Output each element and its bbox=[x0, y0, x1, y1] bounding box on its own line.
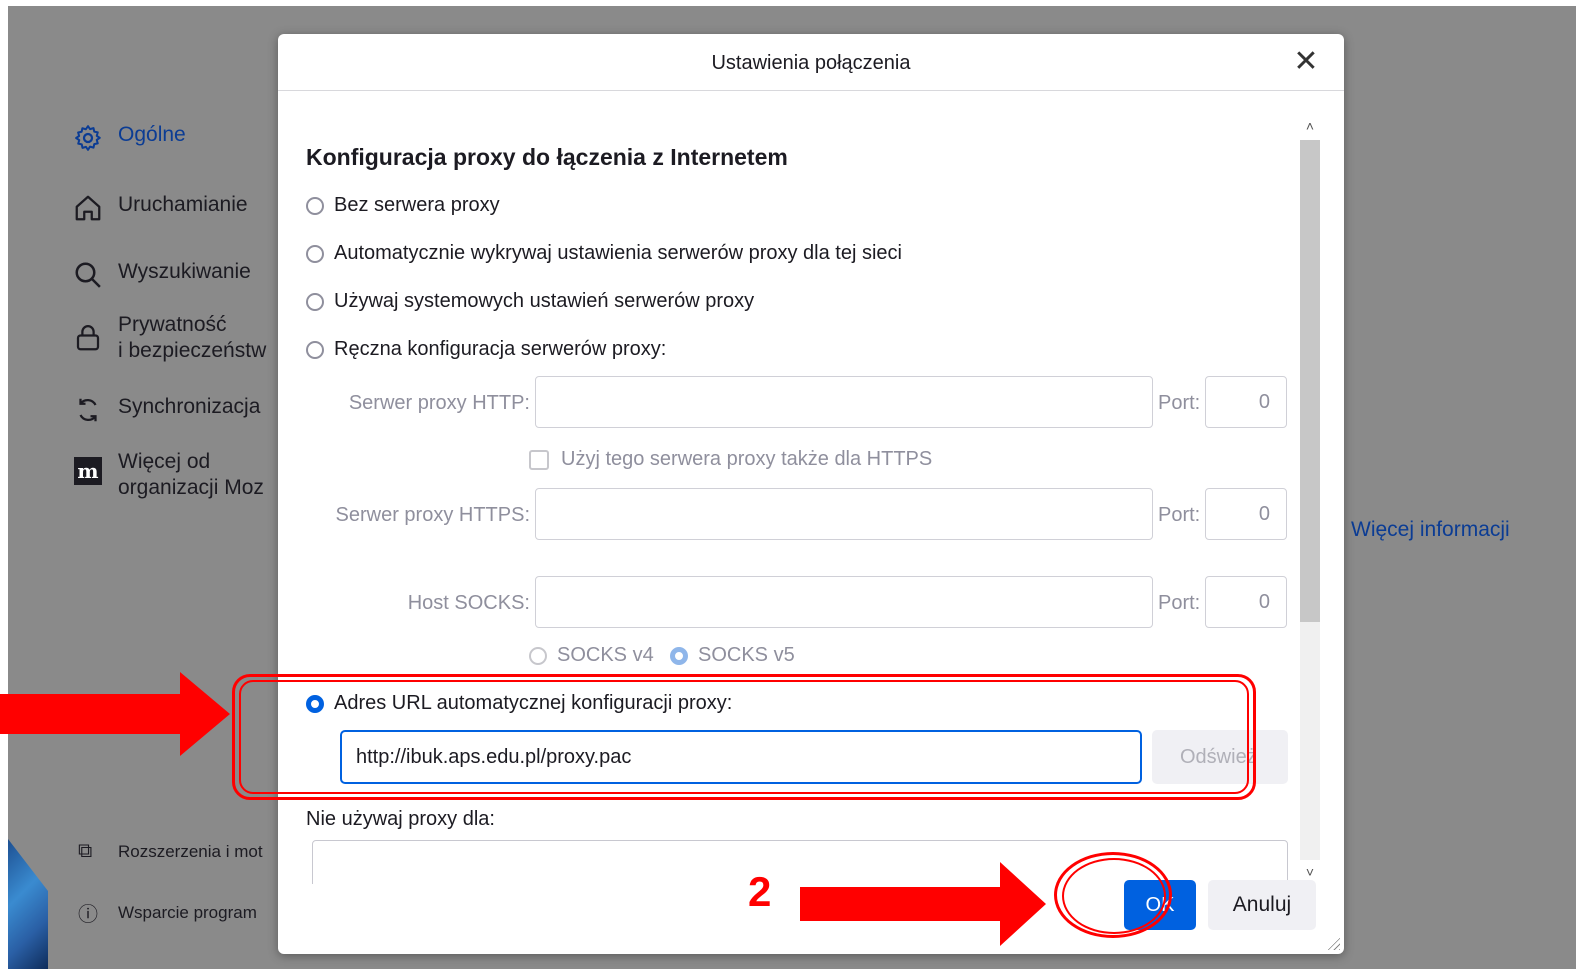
arrow-2-annotation bbox=[800, 862, 1046, 946]
annotation-overlay bbox=[0, 672, 1046, 946]
highlight-ellipse-inner-annotation bbox=[1062, 858, 1166, 934]
arrow-1-annotation bbox=[0, 672, 230, 756]
highlight-box-inner-annotation bbox=[239, 680, 1249, 794]
step-number-annotation: 2 bbox=[748, 868, 772, 915]
